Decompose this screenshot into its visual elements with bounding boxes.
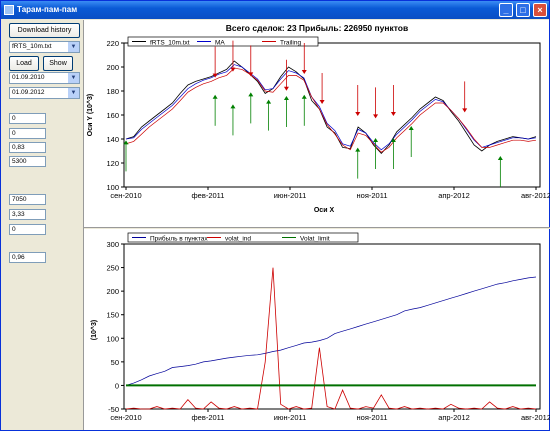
download-history-button[interactable]: Download history: [9, 23, 80, 38]
y-tick-label: 300: [106, 240, 119, 249]
file-select[interactable]: fRTS_10m.txt ▼: [9, 41, 80, 53]
legend-entry: Volat_limit: [300, 236, 330, 243]
legend-entry: Trailing: [280, 40, 301, 47]
maximize-button[interactable]: □: [516, 3, 530, 17]
y-tick-label: 100: [106, 334, 119, 343]
buy-marker: [408, 126, 414, 130]
chevron-down-icon: ▼: [68, 88, 79, 98]
sell-marker: [390, 112, 396, 116]
file-select-value: fRTS_10m.txt: [12, 43, 52, 50]
x-tick-label: июн-2011: [274, 413, 307, 422]
x-tick-label: фев-2011: [192, 413, 225, 422]
sell-marker: [355, 112, 361, 116]
show-button[interactable]: Show: [43, 56, 73, 71]
load-button[interactable]: Load: [9, 56, 39, 71]
chevron-down-icon: ▼: [68, 73, 79, 83]
param-field-7[interactable]: 0: [9, 224, 46, 235]
title-bar[interactable]: Тарам-пам-пам _ □ ×: [1, 1, 549, 19]
sell-marker: [248, 72, 254, 77]
x-tick-label: сен-2010: [110, 191, 141, 200]
minimize-icon: _: [503, 5, 509, 15]
param-field-2[interactable]: 0: [9, 128, 46, 139]
x-tick-label: фев-2011: [192, 191, 225, 200]
y-axis-label: Оси Y (10^3): [86, 94, 94, 137]
y-tick-label: 200: [106, 287, 119, 296]
x-tick-label: ноя-2011: [357, 191, 388, 200]
param-field-4[interactable]: 5300: [9, 156, 46, 167]
buy-marker: [266, 99, 272, 104]
param-field-8[interactable]: 0,96: [9, 252, 46, 263]
legend-entry: volat_ind: [225, 236, 251, 243]
app-icon: [4, 5, 14, 15]
param-field-6[interactable]: 3,33: [9, 209, 46, 220]
date-from-value: 01.09.2010: [12, 74, 45, 81]
buy-marker: [301, 94, 307, 99]
y-tick-label: 250: [106, 264, 119, 273]
date-from-picker[interactable]: 01.09.2010 ▼: [9, 72, 80, 84]
y-tick-label: 160: [106, 111, 119, 120]
profit-chart[interactable]: (10^3) -50050100150200250300сен-2010 фев-…: [84, 230, 550, 430]
y-tick-label: 120: [106, 159, 119, 168]
series-line-прибыль-в-пунктах: [125, 276, 537, 386]
buy-marker: [373, 138, 379, 142]
buy-marker: [230, 104, 236, 109]
x-tick-label: ноя-2011: [357, 413, 388, 422]
sell-marker: [319, 100, 325, 104]
param-field-1[interactable]: 0: [9, 113, 46, 124]
y-tick-label: 180: [106, 87, 119, 96]
sell-marker: [283, 86, 289, 91]
plot-frame: [123, 243, 541, 410]
sell-marker: [301, 70, 307, 74]
x-tick-label: апр-2012: [438, 413, 470, 422]
plot-area: Всего сделок: 23 Прибыль: 226950 пунктов…: [83, 20, 550, 430]
buy-marker: [497, 156, 503, 160]
y-axis-label: (10^3): [90, 320, 98, 340]
chart-title: Всего сделок: 23 Прибыль: 226950 пунктов: [226, 23, 408, 33]
minimize-button[interactable]: _: [499, 3, 513, 17]
date-to-value: 01.09.2012: [12, 89, 45, 96]
x-tick-label: авг-2012: [521, 413, 550, 422]
window-title: Тарам-пам-пам: [17, 5, 78, 14]
sell-marker: [462, 108, 468, 113]
y-tick-label: 0: [115, 381, 119, 390]
buy-marker: [248, 92, 254, 97]
splitter[interactable]: [84, 227, 550, 229]
chevron-down-icon: ▼: [68, 42, 79, 52]
app-window: Тарам-пам-пам _ □ × Download history fRT…: [0, 0, 550, 431]
date-to-picker[interactable]: 01.09.2012 ▼: [9, 87, 80, 99]
x-tick-label: сен-2010: [110, 413, 141, 422]
series-line-ma: [125, 64, 537, 151]
series-line-volat-ind: [125, 267, 537, 410]
legend-entry: fRTS_10m.txt: [150, 40, 190, 47]
x-axis-label: Оси X: [314, 207, 335, 214]
param-field-3[interactable]: 0,83: [9, 142, 46, 153]
param-field-5[interactable]: 7050: [9, 194, 46, 205]
y-tick-label: 150: [106, 311, 119, 320]
buy-marker: [283, 96, 289, 100]
y-tick-label: 200: [106, 63, 119, 72]
left-panel: Download history fRTS_10m.txt ▼ Load Sho…: [3, 20, 81, 430]
y-tick-label: 50: [111, 358, 119, 367]
y-tick-label: 140: [106, 135, 119, 144]
price-chart[interactable]: Всего сделок: 23 Прибыль: 226950 пунктов…: [84, 20, 550, 227]
buy-marker: [355, 147, 361, 152]
y-tick-label: 220: [106, 39, 119, 48]
x-tick-label: июн-2011: [274, 191, 307, 200]
legend-entry: MA: [215, 40, 225, 47]
x-tick-label: апр-2012: [438, 191, 470, 200]
series-line-trailing: [125, 67, 537, 153]
sell-marker: [373, 114, 379, 119]
x-tick-label: авг-2012: [521, 191, 550, 200]
close-icon: ×: [537, 5, 543, 15]
buy-marker: [212, 94, 218, 99]
close-button[interactable]: ×: [533, 3, 547, 17]
plot-frame: [123, 42, 541, 188]
maximize-icon: □: [520, 5, 526, 15]
legend-entry: Прибыль в пунктах: [150, 235, 208, 243]
